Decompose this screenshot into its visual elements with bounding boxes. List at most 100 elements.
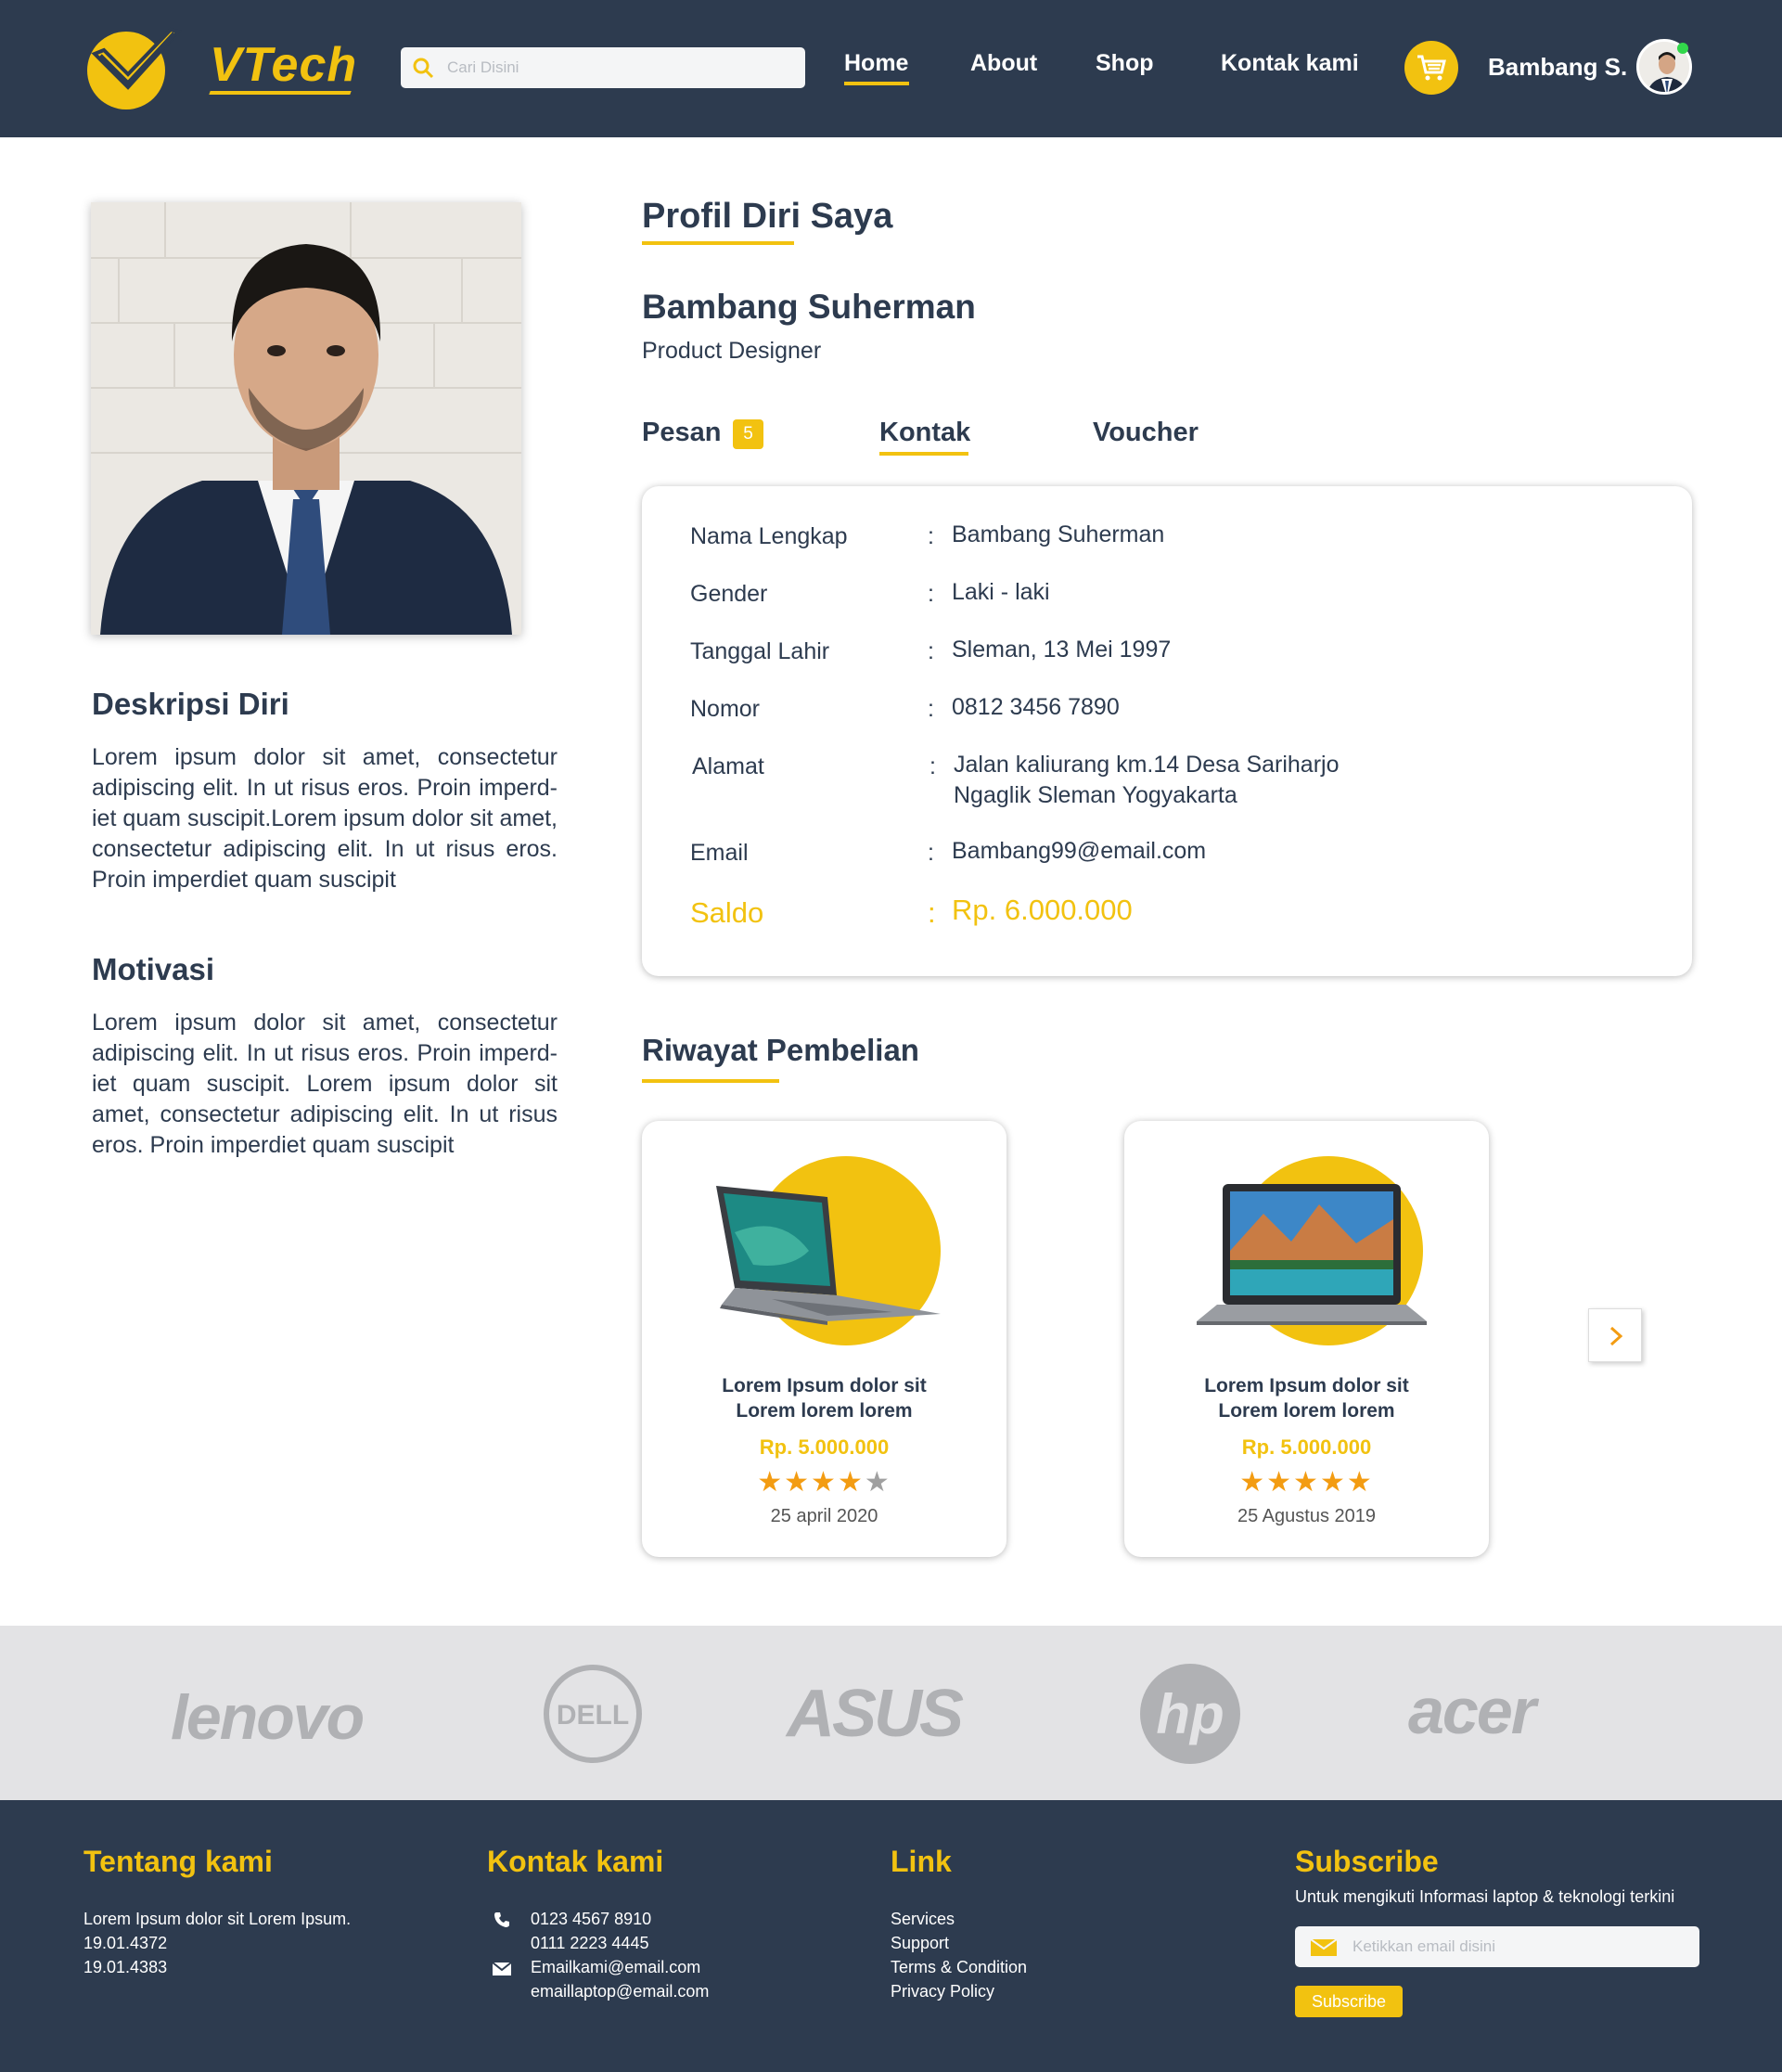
search-icon [413,58,434,79]
deskripsi-text: Lorem ipsum dolor sit amet, consectetur … [92,744,558,893]
star-icon: ★ [784,1467,812,1498]
footer-about-line: 19.01.4383 [83,1958,168,1976]
footer-phone[interactable]: 0123 4567 8910 [531,1907,651,1931]
brand-asus-logo[interactable]: ASUS [787,1676,964,1752]
profile-name: Bambang Suherman [642,288,976,326]
label-gender: Gender [690,581,768,607]
rating-stars: ★★★★★ [1124,1466,1489,1499]
nav-shop[interactable]: Shop [1096,50,1154,77]
tab-active-underline [879,452,968,456]
product-name-line2: Lorem lorem lorem [1218,1400,1395,1422]
purchase-date: 25 april 2020 [770,1506,878,1526]
star-icon: ★ [811,1467,838,1498]
product-price: Rp. 5.000.000 [759,1435,890,1459]
riwayat-underline [642,1079,779,1083]
footer-about-line: 19.01.4372 [83,1934,168,1952]
star-icon: ★ [1239,1467,1267,1498]
subscribe-button[interactable]: Subscribe [1295,1986,1403,2017]
label-nama-lengkap: Nama Lengkap [690,523,848,549]
colon: : [928,523,934,549]
star-icon: ★ [757,1467,785,1498]
logo-underline [209,91,352,95]
footer-link-terms[interactable]: Terms & Condition [891,1955,1027,1979]
product-name-line1: Lorem Ipsum dolor sit [722,1375,927,1396]
title-underline [642,241,794,245]
purchase-card[interactable]: Lorem Ipsum dolor sit Lorem lorem lorem … [1124,1121,1489,1557]
colon: : [928,581,934,607]
brand-dell-logo[interactable]: DELL [542,1663,644,1765]
footer-about-line: Lorem Ipsum dolor sit Lorem Ipsum. [83,1910,352,1928]
colon: : [928,696,934,722]
subscribe-email-input[interactable] [1353,1926,1686,1967]
star-icon: ★ [1346,1467,1374,1498]
star-icon: ★ [837,1467,865,1498]
footer: Tentang kami Lorem Ipsum dolor sit Lorem… [0,1800,1782,2072]
star-icon: ★ [1293,1467,1320,1498]
value-alamat-line2: Ngaglik Sleman Yogyakarta [954,782,1237,808]
laptop-image [1197,1184,1427,1325]
nav-home[interactable]: Home [844,50,908,77]
tab-kontak[interactable]: Kontak [879,418,970,448]
value-tanggal-lahir: Sleman, 13 Mei 1997 [952,637,1172,663]
purchase-date: 25 Agustus 2019 [1237,1506,1376,1526]
brand-acer-logo[interactable]: acer [1408,1674,1536,1748]
footer-subscribe-desc: Untuk mengikuti Informasi laptop & tekno… [1295,1887,1675,1906]
nav-active-underline [844,82,909,85]
product-name-line2: Lorem lorem lorem [736,1400,913,1422]
tab-pesan[interactable]: Pesan [642,418,721,448]
brand-logos-strip: lenovo DELL ASUS hp acer [0,1626,1782,1800]
search-bar [401,47,805,88]
product-name-line1: Lorem Ipsum dolor sit [1204,1375,1409,1396]
label-saldo: Saldo [690,896,764,929]
footer-link-title: Link [891,1845,952,1878]
top-navbar: VTech Home About Shop Kontak kami Bamban… [0,0,1782,137]
star-icon: ★ [1266,1467,1294,1498]
footer-phone[interactable]: 0111 2223 4445 [531,1931,648,1955]
purchase-card[interactable]: Lorem Ipsum dolor sit Lorem lorem lorem … [642,1121,1006,1557]
value-saldo: Rp. 6.000.000 [952,894,1133,926]
logo-checkmark-icon[interactable] [85,26,182,109]
footer-link-privacy[interactable]: Privacy Policy [891,1979,994,2003]
nav-about[interactable]: About [970,50,1037,77]
carousel-next-button[interactable] [1588,1308,1642,1362]
rating-stars: ★★★★★ [642,1466,1006,1499]
colon: : [928,638,934,664]
mail-icon [492,1962,512,1975]
star-icon: ★ [1319,1467,1347,1498]
footer-link-services[interactable]: Services [891,1907,955,1931]
footer-about-title: Tentang kami [83,1845,273,1878]
logo-text[interactable]: VTech [210,37,357,93]
tab-voucher[interactable]: Voucher [1093,418,1199,448]
search-input[interactable] [447,47,800,88]
page-title: Profil Diri Saya [642,197,893,236]
profile-photo [91,202,521,635]
star-empty-icon: ★ [864,1467,891,1498]
motivasi-text: Lorem ipsum dolor sit amet, consectetur … [92,1010,558,1158]
brand-hp-logo[interactable]: hp [1139,1663,1241,1765]
cart-button[interactable] [1404,41,1458,95]
nav-kontak-kami[interactable]: Kontak kami [1221,50,1359,77]
footer-email[interactable]: emaillaptop@email.com [531,1979,709,2003]
product-name: Lorem Ipsum dolor sit Lorem lorem lorem [642,1373,1006,1423]
footer-subscribe-title: Subscribe [1295,1845,1439,1878]
brand-hp-text: hp [1156,1683,1224,1745]
label-email: Email [690,840,749,866]
footer-email[interactable]: Emailkami@email.com [531,1955,700,1979]
label-tanggal-lahir: Tanggal Lahir [690,638,830,664]
footer-contact-title: Kontak kami [487,1845,664,1878]
product-price: Rp. 5.000.000 [1241,1435,1372,1459]
brand-lenovo-logo[interactable]: lenovo [171,1681,365,1754]
value-nama-lengkap: Bambang Suherman [952,521,1165,547]
mail-icon [1310,1938,1338,1956]
laptop-image [716,1186,941,1325]
user-name[interactable]: Bambang S. [1488,53,1627,82]
label-nomor: Nomor [690,696,761,722]
footer-link-support[interactable]: Support [891,1931,949,1955]
chevron-right-icon [1609,1326,1623,1346]
contact-info-card: Nama Lengkap : Bambang Suherman Gender :… [642,486,1692,976]
profile-role: Product Designer [642,338,822,364]
deskripsi-title: Deskripsi Diri [92,687,289,721]
subscribe-email-field [1295,1926,1699,1967]
message-count-badge: 5 [733,419,763,449]
value-email: Bambang99@email.com [952,838,1207,864]
